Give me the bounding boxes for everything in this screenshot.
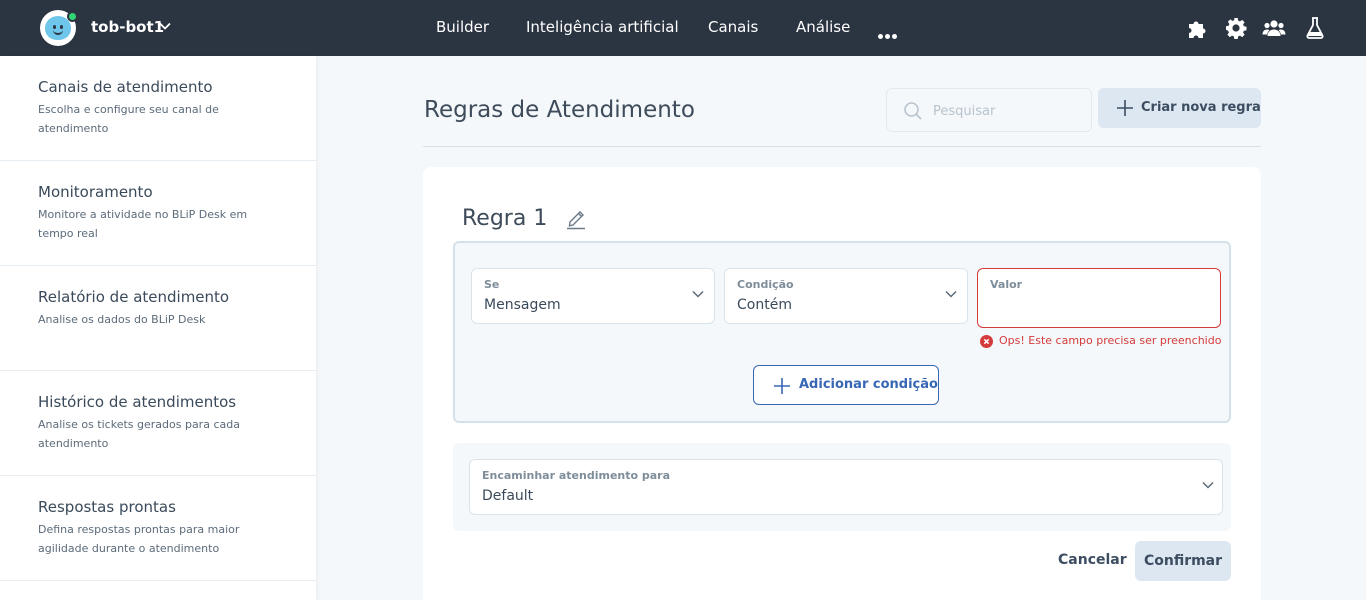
sidebar-item-desc: Monitore a atividade no BLiP Desk em tem… <box>38 208 248 240</box>
sidebar-item-ready-responses[interactable]: Respostas prontas Defina respostas pront… <box>0 476 316 581</box>
search-icon <box>904 102 922 120</box>
header-divider <box>423 146 1261 147</box>
nav-analysis[interactable]: Análise <box>796 17 850 37</box>
se-value: Mensagem <box>484 297 561 313</box>
sidebar-item-desc: Escolha e configure seu canal de atendim… <box>38 103 219 135</box>
condicao-select[interactable]: Condição Contém <box>724 268 968 324</box>
sidebar-item-history[interactable]: Histórico de atendimentos Analise os tic… <box>0 371 316 476</box>
chevron-down-icon <box>1202 481 1214 489</box>
page-title: Regras de Atendimento <box>424 97 695 123</box>
search-box <box>886 88 1092 132</box>
plus-icon <box>1117 100 1133 116</box>
search-input[interactable] <box>933 101 1083 121</box>
edit-pencil-icon[interactable] <box>565 206 587 230</box>
nav-channels[interactable]: Canais <box>708 17 758 37</box>
rule-title: Regra 1 <box>462 206 548 231</box>
gear-icon[interactable] <box>1224 16 1248 40</box>
plus-icon <box>774 378 790 394</box>
sidebar-item-title: Canais de atendimento <box>38 78 213 96</box>
chevron-down-icon <box>945 290 957 298</box>
route-select[interactable]: Encaminhar atendimento para Default <box>469 459 1223 515</box>
sidebar-item-title: Respostas prontas <box>38 498 176 516</box>
create-rule-button[interactable]: Criar nova regra <box>1098 88 1261 128</box>
puzzle-icon[interactable] <box>1186 16 1210 40</box>
online-status-dot <box>67 11 78 22</box>
route-label: Encaminhar atendimento para <box>482 469 671 482</box>
sidebar-item-desc: Analise os tickets gerados para cada ate… <box>38 418 240 450</box>
sidebar-item-desc: Analise os dados do BLiP Desk <box>38 313 206 326</box>
add-condition-label: Adicionar condição <box>799 377 938 392</box>
confirm-label: Confirmar <box>1143 553 1223 569</box>
se-select[interactable]: Se Mensagem <box>471 268 715 324</box>
chevron-down-icon <box>692 290 704 298</box>
sidebar-item-title: Relatório de atendimento <box>38 288 230 306</box>
error-icon <box>980 335 993 348</box>
more-options-icon[interactable] <box>878 24 902 39</box>
top-navigation: tob-bot1 Builder Inteligência artificial… <box>0 0 1366 56</box>
route-value: Default <box>482 488 534 504</box>
condicao-label: Condição <box>737 278 794 291</box>
sidebar-item-desc: Defina respostas prontas para maior agil… <box>38 523 240 555</box>
sidebar: Canais de atendimento Escolha e configur… <box>0 56 316 600</box>
sidebar-item-monitoring[interactable]: Monitoramento Monitore a atividade no BL… <box>0 161 316 266</box>
valor-field[interactable]: Valor <box>977 268 1221 328</box>
sidebar-item-channels[interactable]: Canais de atendimento Escolha e configur… <box>0 56 316 161</box>
valor-label: Valor <box>990 278 1023 291</box>
nav-builder[interactable]: Builder <box>436 17 489 37</box>
condicao-value: Contém <box>737 297 792 313</box>
confirm-button[interactable]: Confirmar <box>1135 541 1231 581</box>
create-rule-label: Criar nova regra <box>1141 100 1261 115</box>
error-text: Ops! Este campo precisa ser preenchido <box>999 334 1222 347</box>
flask-icon[interactable] <box>1303 16 1327 40</box>
sidebar-item-title: Monitoramento <box>38 183 153 201</box>
sidebar-item-report[interactable]: Relatório de atendimento Analise os dado… <box>0 266 316 371</box>
sidebar-item-title: Histórico de atendimentos <box>38 393 237 411</box>
nav-artificial-intelligence[interactable]: Inteligência artificial <box>526 17 679 37</box>
bot-name[interactable]: tob-bot1 <box>91 17 164 37</box>
add-condition-button[interactable]: Adicionar condição <box>753 365 939 405</box>
team-icon[interactable] <box>1262 16 1286 40</box>
cancel-button[interactable]: Cancelar <box>1058 550 1127 570</box>
se-label: Se <box>484 278 500 291</box>
chevron-down-icon[interactable] <box>159 22 171 30</box>
